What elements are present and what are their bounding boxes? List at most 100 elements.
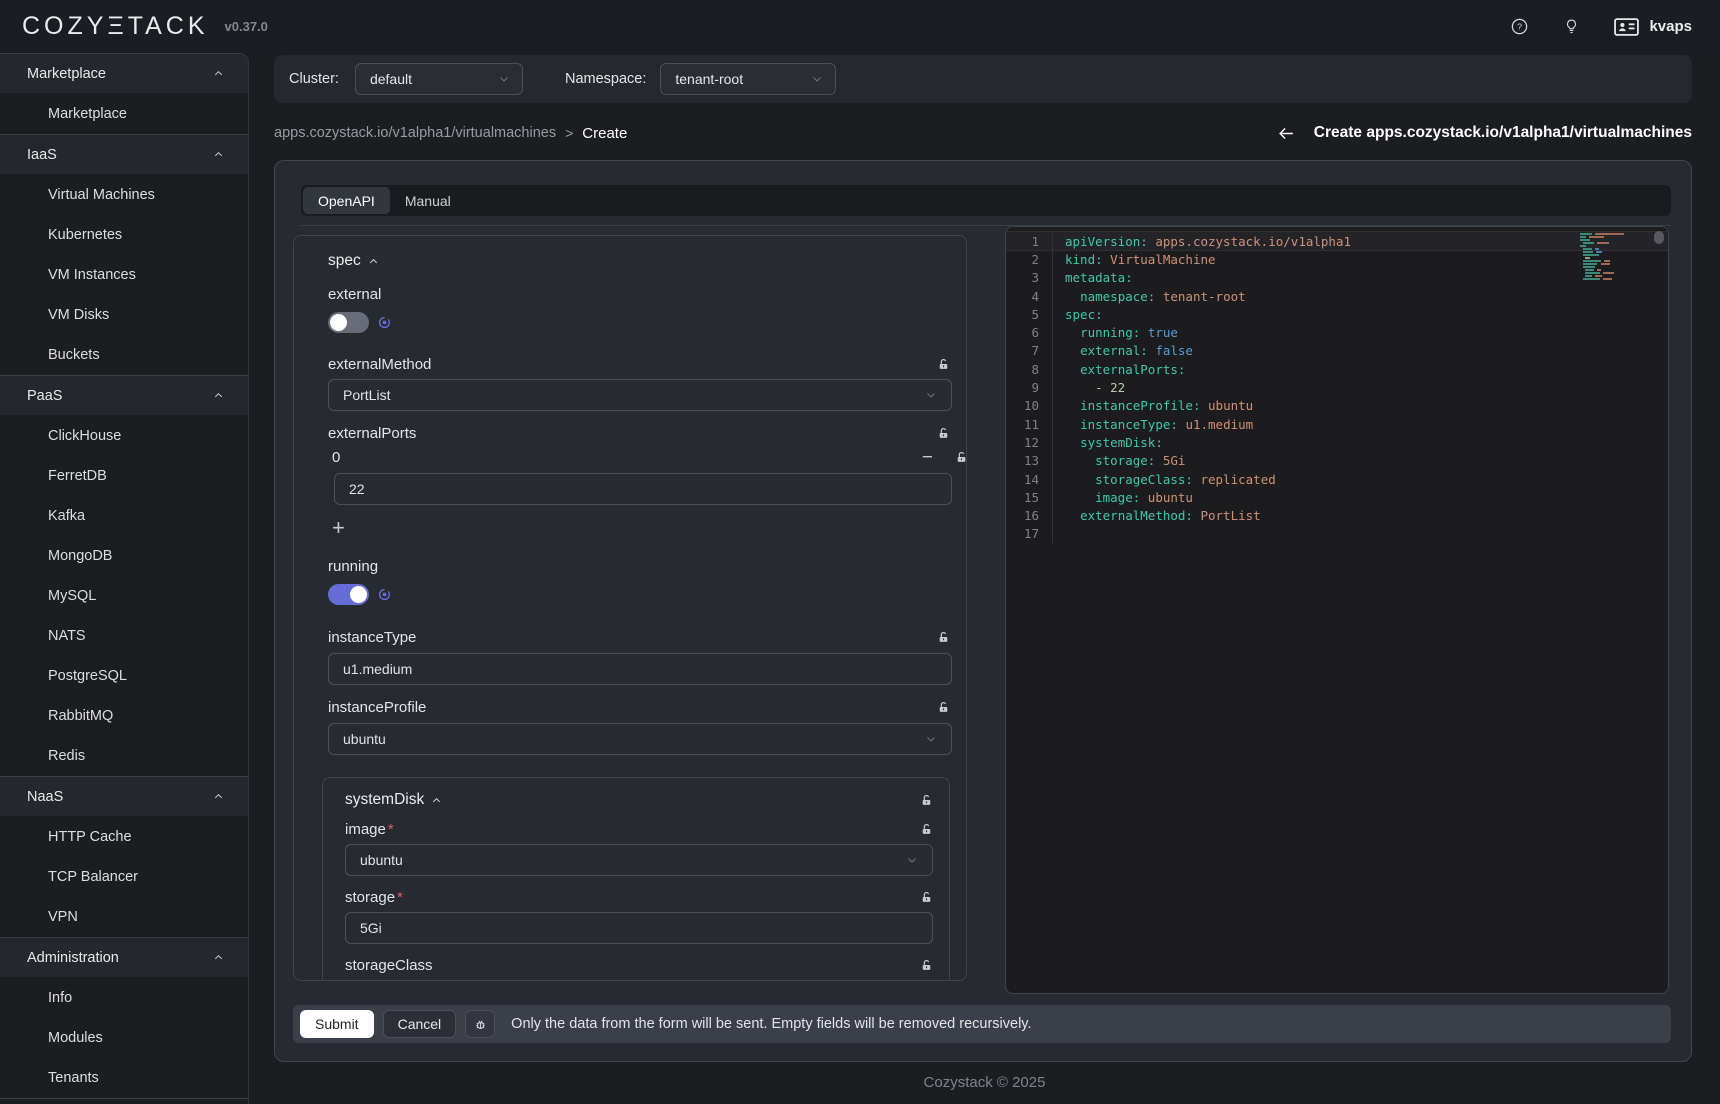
storageClass-input[interactable] bbox=[345, 980, 933, 981]
sidebar-item-buckets[interactable]: Buckets bbox=[0, 335, 248, 375]
breadcrumb-link[interactable]: apps.cozystack.io/v1alpha1/virtualmachin… bbox=[274, 125, 556, 141]
chevron-up-icon bbox=[213, 952, 224, 963]
sidebar-item-modules[interactable]: Modules bbox=[0, 1018, 248, 1058]
lock-icon[interactable] bbox=[937, 358, 950, 371]
theme-lightbulb-icon[interactable] bbox=[1563, 18, 1580, 35]
field-label-storageClass: storageClass bbox=[345, 957, 433, 974]
instanceType-input[interactable] bbox=[328, 653, 952, 685]
lock-icon[interactable] bbox=[920, 959, 933, 972]
reset-field-icon[interactable] bbox=[378, 588, 391, 601]
sidebar-item-kafka[interactable]: Kafka bbox=[0, 496, 248, 536]
editor-line-13[interactable]: 13 storage: 5Gi bbox=[1006, 452, 1668, 470]
sidebar-item-http-cache[interactable]: HTTP Cache bbox=[0, 817, 248, 857]
editor-line-14[interactable]: 14 storageClass: replicated bbox=[1006, 470, 1668, 488]
submit-button[interactable]: Submit bbox=[300, 1010, 374, 1038]
namespace-select[interactable]: tenant-root bbox=[660, 63, 836, 95]
user-menu[interactable]: kvaps bbox=[1614, 18, 1692, 36]
add-item-icon[interactable]: + bbox=[332, 515, 354, 541]
instanceProfile-select[interactable]: ubuntu bbox=[328, 723, 952, 755]
sidebar-item-vm-disks[interactable]: VM Disks bbox=[0, 295, 248, 335]
image-select[interactable]: ubuntu bbox=[345, 844, 933, 876]
lock-icon[interactable] bbox=[920, 794, 933, 807]
sidebar-item-vpn[interactable]: VPN bbox=[0, 897, 248, 937]
editor-line-5[interactable]: 5spec: bbox=[1006, 305, 1668, 323]
sidebar-group-paas[interactable]: PaaS bbox=[0, 376, 248, 416]
editor-line-3[interactable]: 3metadata: bbox=[1006, 269, 1668, 287]
editor-line-10[interactable]: 10 instanceProfile: ubuntu bbox=[1006, 397, 1668, 415]
sidebar-item-ferretdb[interactable]: FerretDB bbox=[0, 456, 248, 496]
cluster-select-value: default bbox=[370, 71, 488, 87]
editor-line-17[interactable]: 17 bbox=[1006, 525, 1668, 543]
debug-button[interactable] bbox=[465, 1010, 495, 1038]
chevron-down-icon bbox=[811, 73, 823, 85]
sidebar-item-marketplace[interactable]: Marketplace bbox=[0, 94, 248, 134]
sidebar-item-info[interactable]: Info bbox=[0, 978, 248, 1018]
app-version: v0.37.0 bbox=[225, 19, 268, 34]
editor-mode-tabs: OpenAPI Manual bbox=[301, 185, 1671, 216]
sidebar-item-clickhouse[interactable]: ClickHouse bbox=[0, 416, 248, 456]
namespace-select-value: tenant-root bbox=[675, 71, 801, 87]
sidebar-item-vm-instances[interactable]: VM Instances bbox=[0, 255, 248, 295]
help-icon[interactable]: ? bbox=[1510, 17, 1529, 36]
line-number: 12 bbox=[1006, 435, 1039, 450]
reset-field-icon[interactable] bbox=[378, 316, 391, 329]
line-number: 16 bbox=[1006, 508, 1039, 523]
sidebar-item-postgresql[interactable]: PostgreSQL bbox=[0, 656, 248, 696]
running-toggle[interactable] bbox=[328, 584, 369, 605]
editor-scrollbar[interactable] bbox=[1654, 231, 1664, 244]
external-toggle[interactable] bbox=[328, 312, 369, 333]
lock-icon[interactable] bbox=[955, 451, 967, 464]
cluster-select[interactable]: default bbox=[355, 63, 523, 95]
section-systemDisk[interactable]: systemDisk bbox=[345, 791, 442, 809]
breadcrumb: apps.cozystack.io/v1alpha1/virtualmachin… bbox=[274, 120, 1692, 146]
externalMethod-select[interactable]: PortList bbox=[328, 379, 952, 411]
sidebar-item-tenants[interactable]: Tenants bbox=[0, 1058, 248, 1098]
editor-line-9[interactable]: 9 - 22 bbox=[1006, 378, 1668, 396]
remove-item-icon[interactable]: − bbox=[922, 453, 933, 463]
sidebar-item-kubernetes[interactable]: Kubernetes bbox=[0, 215, 248, 255]
editor-line-6[interactable]: 6 running: true bbox=[1006, 323, 1668, 341]
editor-line-16[interactable]: 16 externalMethod: PortList bbox=[1006, 506, 1668, 524]
line-number: 9 bbox=[1006, 380, 1039, 395]
sidebar-group-naas[interactable]: NaaS bbox=[0, 777, 248, 817]
editor-line-7[interactable]: 7 external: false bbox=[1006, 342, 1668, 360]
lock-icon[interactable] bbox=[937, 701, 950, 714]
storage-input[interactable] bbox=[345, 912, 933, 944]
editor-line-12[interactable]: 12 systemDisk: bbox=[1006, 433, 1668, 451]
sidebar-item-redis[interactable]: Redis bbox=[0, 736, 248, 776]
tab-manual[interactable]: Manual bbox=[390, 187, 466, 214]
section-spec[interactable]: spec bbox=[328, 252, 950, 270]
sidebar-item-mysql[interactable]: MySQL bbox=[0, 576, 248, 616]
editor-minimap[interactable] bbox=[1580, 233, 1628, 284]
sidebar-item-mongodb[interactable]: MongoDB bbox=[0, 536, 248, 576]
sidebar-group-administration[interactable]: Administration bbox=[0, 938, 248, 978]
lock-icon[interactable] bbox=[920, 891, 933, 904]
externalPorts-item-index: 0 bbox=[332, 449, 340, 466]
sidebar-item-tcp-balancer[interactable]: TCP Balancer bbox=[0, 857, 248, 897]
sidebar-group-iaas[interactable]: IaaS bbox=[0, 135, 248, 175]
editor-line-11[interactable]: 11 instanceType: u1.medium bbox=[1006, 415, 1668, 433]
externalPorts-item-input[interactable] bbox=[334, 473, 952, 505]
sidebar-item-virtual-machines[interactable]: Virtual Machines bbox=[0, 175, 248, 215]
sidebar-item-rabbitmq[interactable]: RabbitMQ bbox=[0, 696, 248, 736]
chevron-up-icon bbox=[213, 390, 224, 401]
lock-icon[interactable] bbox=[920, 823, 933, 836]
namespace-label: Namespace: bbox=[565, 71, 646, 87]
field-label-externalPorts: externalPorts bbox=[328, 425, 416, 442]
chevron-up-icon bbox=[213, 68, 224, 79]
tab-openapi[interactable]: OpenAPI bbox=[303, 187, 390, 214]
editor-line-8[interactable]: 8 externalPorts: bbox=[1006, 360, 1668, 378]
lock-icon[interactable] bbox=[937, 427, 950, 440]
editor-line-4[interactable]: 4 namespace: tenant-root bbox=[1006, 287, 1668, 305]
sidebar-item-nats[interactable]: NATS bbox=[0, 616, 248, 656]
editor-line-15[interactable]: 15 image: ubuntu bbox=[1006, 488, 1668, 506]
lock-icon[interactable] bbox=[937, 631, 950, 644]
back-arrow-icon[interactable] bbox=[1276, 125, 1297, 142]
editor-line-1[interactable]: 1apiVersion: apps.cozystack.io/v1alpha1 bbox=[1006, 232, 1668, 250]
line-number: 8 bbox=[1006, 362, 1039, 377]
sidebar-group-marketplace[interactable]: Marketplace bbox=[0, 54, 248, 94]
sidebar-group-label: IaaS bbox=[27, 147, 57, 163]
yaml-editor[interactable]: 1apiVersion: apps.cozystack.io/v1alpha12… bbox=[1005, 226, 1669, 994]
editor-line-2[interactable]: 2kind: VirtualMachine bbox=[1006, 250, 1668, 268]
cancel-button[interactable]: Cancel bbox=[383, 1010, 457, 1038]
